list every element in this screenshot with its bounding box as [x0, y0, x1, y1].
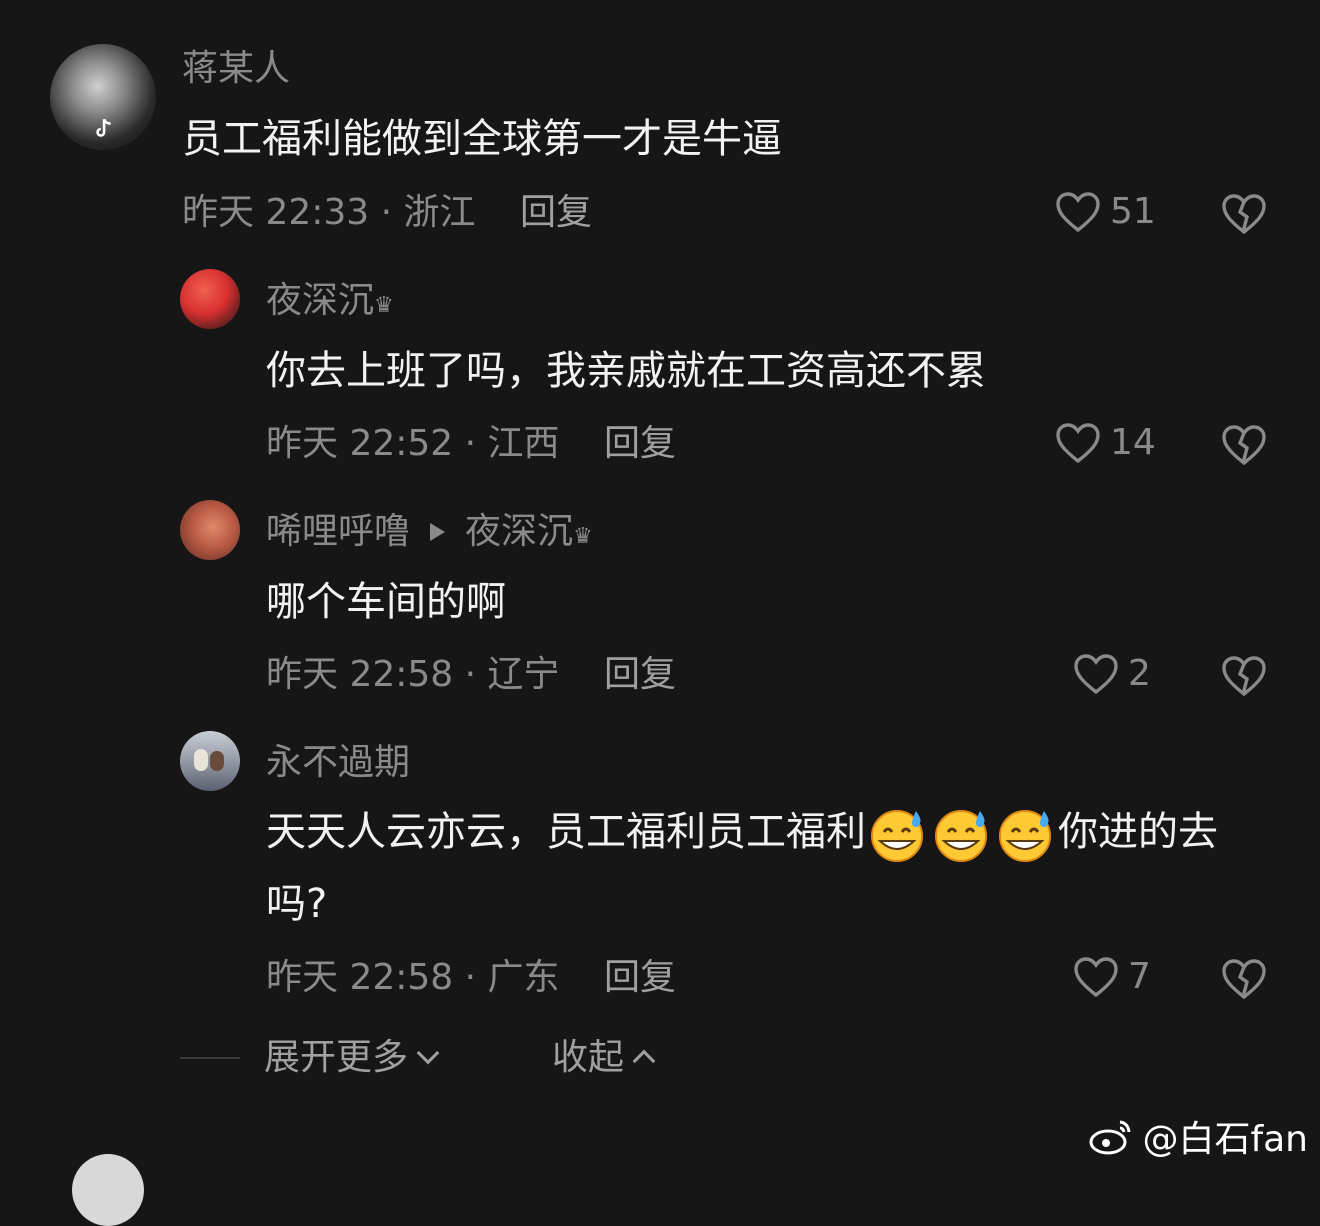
- avatar[interactable]: [180, 500, 240, 560]
- username[interactable]: 蒋某人: [182, 49, 290, 89]
- comment-time-location: 昨天 22:52 · 江西: [266, 423, 560, 464]
- heart-icon: [1074, 957, 1118, 998]
- like-button[interactable]: 51: [1054, 189, 1156, 233]
- reply-button[interactable]: 回复: [604, 424, 676, 464]
- expand-more-label: 展开更多: [264, 1037, 409, 1078]
- username[interactable]: 夜深沉♛: [266, 281, 394, 326]
- tiktok-icon: [96, 118, 111, 137]
- watermark: @白石fan: [1088, 1110, 1308, 1162]
- comment-time-location: 昨天 22:33 · 浙江: [182, 192, 476, 233]
- like-count: 14: [1110, 421, 1156, 463]
- crown-icon: ♛: [374, 293, 394, 318]
- reply-button[interactable]: 回复: [520, 193, 592, 233]
- broken-heart-icon[interactable]: [1220, 421, 1268, 467]
- comment-text-part: 天天人云亦云，员工福利员工福利: [266, 809, 866, 855]
- username-text: 唏哩呼噜: [266, 511, 411, 552]
- like-button[interactable]: 2: [1072, 651, 1151, 695]
- like-count: 51: [1110, 190, 1156, 232]
- broken-heart-icon[interactable]: [1220, 190, 1268, 236]
- avatar-figure: [194, 749, 208, 771]
- broken-heart-icon[interactable]: [1220, 652, 1268, 698]
- collapse-button[interactable]: 收起: [552, 1037, 656, 1078]
- heart-icon: [1074, 654, 1118, 695]
- comment-text: 员工福利能做到全球第一才是牛逼: [182, 116, 782, 162]
- weibo-icon: [1089, 1120, 1131, 1155]
- comment-text: 天天人云亦云，员工福利员工福利 你进的去吗?: [266, 796, 1266, 940]
- broken-heart-icon[interactable]: [1220, 955, 1268, 1001]
- comment-time-location: 昨天 22:58 · 辽宁: [266, 654, 560, 695]
- heart-icon: [1056, 192, 1100, 233]
- like-count: 2: [1128, 652, 1151, 694]
- avatar-figure: [210, 751, 224, 771]
- like-button[interactable]: 7: [1072, 954, 1151, 998]
- crown-icon: ♛: [573, 524, 593, 549]
- like-button[interactable]: 14: [1054, 420, 1156, 464]
- chevron-down-icon: [416, 1041, 440, 1065]
- avatar[interactable]: [50, 44, 156, 150]
- username[interactable]: 永不過期: [266, 743, 410, 783]
- watermark-text: @白石fan: [1142, 1119, 1308, 1160]
- reply-to-username[interactable]: 夜深沉: [465, 511, 573, 552]
- avatar[interactable]: [180, 731, 240, 791]
- expand-more-button[interactable]: 展开更多: [264, 1037, 440, 1078]
- comment-time-location: 昨天 22:58 · 广东: [266, 957, 560, 998]
- reply-button[interactable]: 回复: [604, 958, 676, 998]
- comment-text: 哪个车间的啊: [266, 579, 506, 625]
- collapse-label: 收起: [552, 1037, 625, 1078]
- avatar[interactable]: [72, 1154, 144, 1226]
- grinning-sweat-emoji: [935, 810, 987, 862]
- avatar[interactable]: [180, 269, 240, 329]
- username-text: 夜深沉: [266, 280, 375, 321]
- grinning-sweat-emoji: [871, 810, 923, 862]
- divider: [180, 1057, 240, 1059]
- comment-text: 你去上班了吗，我亲戚就在工资高还不累: [266, 348, 986, 394]
- like-count: 7: [1128, 955, 1151, 997]
- chevron-up-icon: [632, 1049, 656, 1073]
- username[interactable]: 唏哩呼噜 夜深沉♛: [266, 512, 593, 557]
- grinning-sweat-emoji: [999, 810, 1051, 862]
- heart-icon: [1056, 423, 1100, 464]
- reply-button[interactable]: 回复: [604, 655, 676, 695]
- reply-arrow-icon: [430, 522, 446, 541]
